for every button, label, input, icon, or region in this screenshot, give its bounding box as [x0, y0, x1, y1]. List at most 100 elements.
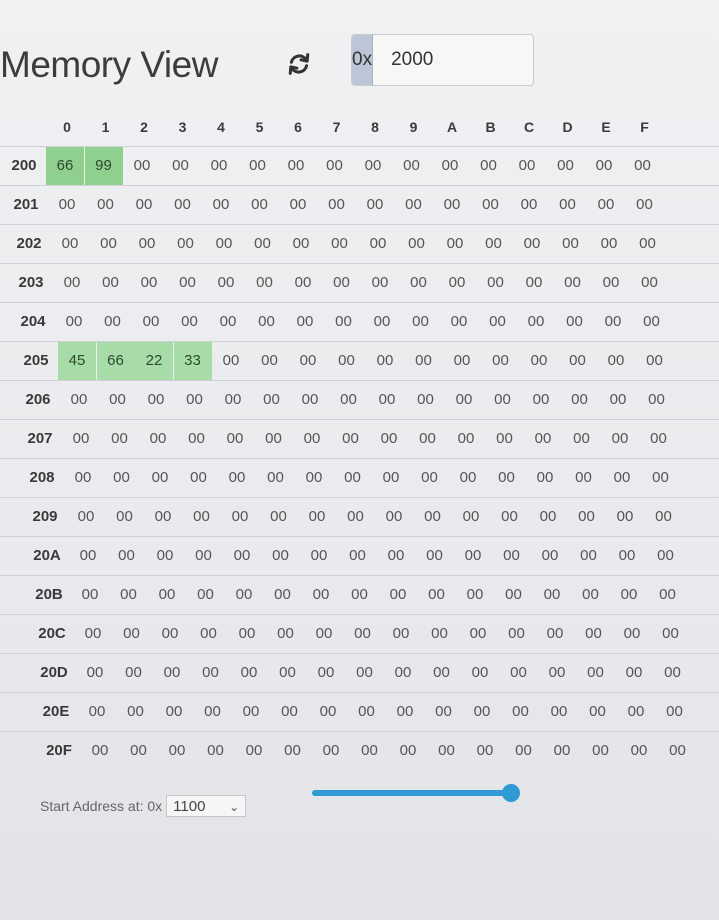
memory-cell[interactable]: 00 [187, 576, 225, 614]
memory-cell[interactable]: 00 [477, 264, 515, 302]
memory-cell[interactable]: 00 [269, 654, 307, 692]
memory-cell[interactable]: 00 [500, 654, 538, 692]
memory-cell[interactable]: 00 [624, 147, 662, 185]
memory-cell[interactable]: 00 [436, 225, 474, 263]
memory-cell[interactable]: 00 [447, 420, 485, 458]
memory-cell[interactable]: 00 [493, 537, 531, 575]
memory-cell[interactable]: 00 [230, 654, 268, 692]
memory-cell[interactable]: 00 [575, 615, 613, 653]
memory-cell[interactable]: 00 [232, 693, 270, 731]
memory-cell[interactable]: 00 [64, 459, 102, 497]
memory-cell[interactable]: 00 [470, 147, 508, 185]
memory-cell[interactable]: 00 [459, 615, 497, 653]
memory-cell[interactable]: 00 [351, 732, 389, 770]
memory-cell[interactable]: 00 [289, 342, 327, 380]
memory-cell[interactable]: 00 [372, 459, 410, 497]
memory-cell[interactable]: 00 [218, 459, 256, 497]
memory-cell[interactable]: 00 [309, 693, 347, 731]
memory-cell[interactable]: 00 [502, 693, 540, 731]
memory-cell[interactable]: 00 [190, 615, 228, 653]
memory-cell[interactable]: 00 [307, 654, 345, 692]
memory-cell[interactable]: 00 [366, 342, 404, 380]
memory-cell[interactable]: 66 [96, 342, 135, 380]
memory-cell[interactable]: 00 [449, 459, 487, 497]
memory-cell[interactable]: 00 [633, 303, 671, 341]
memory-cell[interactable]: 00 [590, 225, 628, 263]
memory-cell[interactable]: 00 [221, 498, 259, 536]
memory-cell[interactable]: 00 [223, 537, 261, 575]
memory-cell[interactable]: 00 [228, 615, 266, 653]
memory-cell[interactable]: 00 [538, 654, 576, 692]
slider-thumb[interactable] [502, 784, 520, 802]
memory-cell[interactable]: 00 [277, 147, 315, 185]
memory-cell[interactable]: 00 [620, 732, 658, 770]
memory-cell[interactable]: 00 [475, 225, 513, 263]
memory-cell[interactable]: 00 [90, 225, 128, 263]
memory-cell[interactable]: 00 [87, 186, 125, 224]
memory-cell[interactable]: 00 [549, 186, 587, 224]
memory-cell[interactable]: 00 [531, 537, 569, 575]
memory-cell[interactable]: 00 [402, 303, 440, 341]
memory-cell[interactable]: 00 [53, 264, 91, 302]
memory-cell[interactable]: 45 [58, 342, 96, 380]
memory-cell[interactable]: 00 [325, 303, 363, 341]
memory-cell[interactable]: 00 [491, 498, 529, 536]
memory-cell[interactable]: 00 [615, 654, 653, 692]
memory-cell[interactable]: 00 [418, 576, 456, 614]
memory-cell[interactable]: 00 [286, 303, 324, 341]
memory-cell[interactable]: 00 [267, 615, 305, 653]
memory-cell[interactable]: 00 [603, 459, 641, 497]
memory-cell[interactable]: 00 [323, 264, 361, 302]
memory-cell[interactable]: 00 [337, 498, 375, 536]
memory-cell[interactable]: 00 [631, 264, 669, 302]
memory-cell[interactable]: 66 [46, 147, 84, 185]
memory-cell[interactable]: 00 [382, 615, 420, 653]
memory-cell[interactable]: 00 [305, 615, 343, 653]
memory-cell[interactable]: 00 [295, 459, 333, 497]
memory-cell[interactable]: 22 [135, 342, 173, 380]
memory-cell[interactable]: 00 [384, 654, 422, 692]
memory-cell[interactable]: 00 [164, 186, 202, 224]
memory-cell[interactable]: 00 [354, 147, 392, 185]
memory-cell[interactable]: 00 [425, 693, 463, 731]
memory-cell[interactable]: 00 [368, 381, 406, 419]
memory-cell[interactable]: 00 [377, 537, 415, 575]
memory-cell[interactable]: 00 [445, 381, 483, 419]
memory-cell[interactable]: 00 [443, 342, 481, 380]
memory-cell[interactable]: 00 [529, 498, 567, 536]
memory-cell[interactable]: 00 [379, 576, 417, 614]
memory-cell[interactable]: 00 [60, 381, 98, 419]
memory-cell[interactable]: 00 [552, 225, 590, 263]
memory-cell[interactable]: 00 [130, 264, 168, 302]
memory-cell[interactable]: 00 [137, 381, 175, 419]
memory-cell[interactable]: 00 [155, 693, 193, 731]
memory-cell[interactable]: 00 [386, 693, 424, 731]
memory-cell[interactable]: 00 [180, 459, 218, 497]
memory-cell[interactable]: 00 [200, 147, 238, 185]
memory-cell[interactable]: 00 [543, 732, 581, 770]
memory-cell[interactable]: 00 [298, 498, 336, 536]
memory-cell[interactable]: 00 [454, 537, 492, 575]
memory-cell[interactable]: 00 [108, 537, 146, 575]
memory-cell[interactable]: 00 [610, 576, 648, 614]
memory-cell[interactable]: 00 [99, 381, 137, 419]
memory-cell[interactable]: 00 [361, 264, 399, 302]
memory-cell[interactable]: 00 [123, 147, 161, 185]
memory-cell[interactable]: 00 [423, 654, 461, 692]
memory-cell[interactable]: 00 [393, 147, 431, 185]
address-input[interactable] [373, 35, 533, 85]
memory-cell[interactable]: 00 [629, 225, 667, 263]
memory-cell[interactable]: 00 [253, 381, 291, 419]
memory-cell[interactable]: 00 [547, 147, 585, 185]
memory-cell[interactable]: 00 [649, 576, 687, 614]
memory-cell[interactable]: 00 [330, 381, 368, 419]
memory-cell[interactable]: 00 [205, 225, 243, 263]
memory-cell[interactable]: 00 [540, 693, 578, 731]
memory-cell[interactable]: 00 [171, 303, 209, 341]
memory-cell[interactable]: 00 [524, 420, 562, 458]
memory-cell[interactable]: 00 [244, 225, 282, 263]
memory-cell[interactable]: 00 [438, 264, 476, 302]
memory-cell[interactable]: 00 [613, 615, 651, 653]
memory-cell[interactable]: 00 [302, 576, 340, 614]
memory-cell[interactable]: 00 [398, 225, 436, 263]
